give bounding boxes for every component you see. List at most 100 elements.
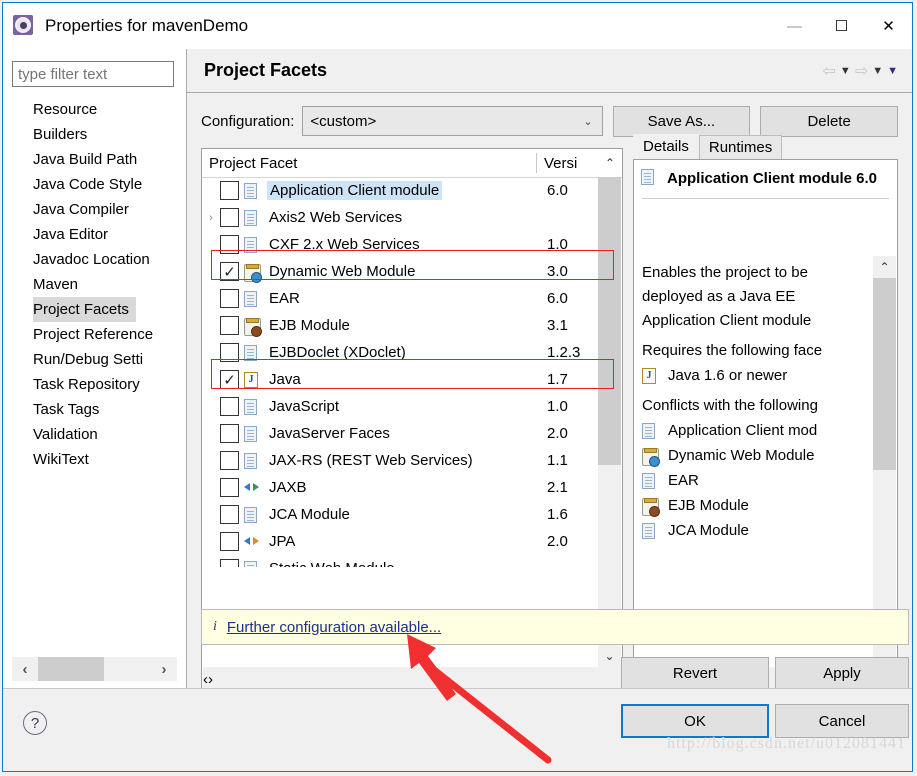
tab-details[interactable]: Details (633, 134, 699, 159)
forward-arrow-icon[interactable]: ⇨ (855, 61, 868, 81)
facet-table-header: Project Facet Versi ⌃ (202, 149, 622, 178)
sidebar-item-java-editor[interactable]: Java Editor (3, 222, 186, 247)
facet-checkbox[interactable] (220, 235, 239, 254)
page-title: Project Facets (204, 60, 328, 80)
table-row[interactable]: JavaServer Faces 2.0 (202, 420, 598, 447)
sidebar-item-resource[interactable]: Resource (3, 97, 186, 122)
facet-checkbox[interactable]: ✓ (220, 370, 239, 389)
scroll-left-icon[interactable]: ‹ (12, 661, 38, 678)
sidebar-item-task-repository[interactable]: Task Repository (3, 372, 186, 397)
sidebar-item-task-tags[interactable]: Task Tags (3, 397, 186, 422)
facet-checkbox[interactable] (220, 451, 239, 470)
sidebar-item-project-facets[interactable]: Project Facets (3, 297, 186, 322)
filter-input[interactable] (12, 61, 174, 87)
list-item: Dynamic Web Module (642, 443, 867, 468)
table-row[interactable]: › Axis2 Web Services (202, 204, 598, 231)
table-row[interactable]: ✓ J Java 1.7 (202, 366, 598, 393)
facet-name: Dynamic Web Module (269, 263, 416, 280)
further-configuration-link[interactable]: Further configuration available... (227, 619, 441, 636)
facet-version: 2.1 (547, 479, 568, 496)
scroll-right-icon[interactable]: › (208, 671, 213, 688)
table-row[interactable]: JCA Module 1.6 (202, 501, 598, 528)
tab-runtimes[interactable]: Runtimes (698, 135, 783, 159)
project-facets-page: Configuration: <custom> ⌄ Save As... Del… (187, 93, 912, 693)
apply-button[interactable]: Apply (775, 657, 909, 689)
table-row[interactable]: EJB Module 3.1 (202, 312, 598, 339)
scroll-up-icon[interactable]: ⌃ (873, 256, 896, 278)
table-row[interactable]: ✓ Dynamic Web Module 3.0 (202, 258, 598, 285)
sidebar-horizontal-scrollbar[interactable]: ‹ › (12, 657, 177, 681)
close-button[interactable]: ✕ (865, 3, 912, 49)
cancel-button[interactable]: Cancel (775, 704, 909, 738)
facet-checkbox[interactable] (220, 505, 239, 524)
info-icon: i (213, 619, 217, 634)
sidebar-item-java-build-path[interactable]: Java Build Path (3, 147, 186, 172)
table-row[interactable]: Static Web Module (202, 555, 598, 567)
table-row[interactable]: EAR 6.0 (202, 285, 598, 312)
scroll-thumb[interactable] (598, 177, 621, 465)
list-item: Application Client mod (642, 418, 867, 443)
revert-button[interactable]: Revert (621, 657, 769, 689)
forward-chevron-down-icon[interactable]: ▼ (872, 65, 883, 77)
document-icon (244, 290, 264, 308)
facet-checkbox[interactable] (220, 343, 239, 362)
sidebar-item-builders[interactable]: Builders (3, 122, 186, 147)
sidebar-item-label: Java Compiler (33, 201, 129, 218)
facet-checkbox[interactable] (220, 532, 239, 551)
table-row[interactable]: CXF 2.x Web Services 1.0 (202, 231, 598, 258)
sidebar-item-wikitext[interactable]: WikiText (3, 447, 186, 472)
scroll-up-icon[interactable]: ⌃ (598, 156, 622, 170)
scroll-thumb[interactable] (873, 278, 896, 470)
facet-name: CXF 2.x Web Services (269, 236, 420, 253)
table-row[interactable]: JPA 2.0 (202, 528, 598, 555)
facet-checkbox[interactable] (220, 559, 239, 567)
facet-checkbox[interactable] (220, 181, 239, 200)
table-row[interactable]: EJBDoclet (XDoclet) 1.2.3 (202, 339, 598, 366)
facet-checkbox[interactable] (220, 424, 239, 443)
conflicts-item-label: EAR (668, 472, 699, 489)
maximize-button[interactable]: ☐ (818, 3, 865, 49)
facet-checkbox[interactable]: ✓ (220, 262, 239, 281)
scroll-right-icon[interactable]: › (151, 661, 177, 678)
scroll-down-icon[interactable]: ⌄ (598, 645, 621, 667)
facet-vertical-scrollbar[interactable]: ⌄ (598, 177, 621, 667)
facet-checkbox[interactable] (220, 289, 239, 308)
table-row[interactable]: JAX-RS (REST Web Services) 1.1 (202, 447, 598, 474)
menu-chevron-down-icon[interactable]: ▼ (887, 65, 898, 77)
table-row[interactable]: JavaScript 1.0 (202, 393, 598, 420)
back-chevron-down-icon[interactable]: ▼ (840, 65, 851, 77)
sidebar-item-javadoc-location[interactable]: Javadoc Location (3, 247, 186, 272)
sidebar-item-project-references[interactable]: Project Reference (3, 322, 186, 347)
back-arrow-icon[interactable]: ⇦ (823, 61, 836, 81)
facet-checkbox[interactable] (220, 208, 239, 227)
table-row[interactable]: JAXB 2.1 (202, 474, 598, 501)
scroll-track[interactable] (38, 657, 151, 681)
conflicts-item-label: Application Client mod (668, 422, 818, 439)
help-icon[interactable]: ? (23, 711, 47, 735)
page-header: Project Facets ⇦ ▼ ⇨ ▼ ▼ (187, 49, 912, 93)
sidebar-item-run-debug-settings[interactable]: Run/Debug Setti (3, 347, 186, 372)
document-icon (244, 209, 264, 227)
delete-button[interactable]: Delete (760, 105, 898, 137)
facet-checkbox[interactable] (220, 316, 239, 335)
facet-version: 6.0 (547, 182, 568, 199)
minimize-button[interactable]: — (771, 3, 818, 49)
scroll-thumb[interactable] (38, 657, 104, 681)
save-as-button[interactable]: Save As... (612, 105, 751, 137)
conflicts-item-label: Dynamic Web Module (668, 447, 815, 464)
sidebar-item-label: Task Repository (33, 376, 140, 393)
table-row[interactable]: Application Client module 6.0 (202, 177, 598, 204)
facet-checkbox[interactable] (220, 478, 239, 497)
twisty-expand-icon[interactable]: › (202, 212, 220, 224)
ok-button[interactable]: OK (621, 704, 769, 738)
facet-checkbox[interactable] (220, 397, 239, 416)
configuration-select[interactable]: <custom> ⌄ (302, 106, 603, 136)
sidebar-item-java-compiler[interactable]: Java Compiler (3, 197, 186, 222)
sidebar-item-maven[interactable]: Maven (3, 272, 186, 297)
sidebar-item-java-code-style[interactable]: Java Code Style (3, 172, 186, 197)
facet-name: EAR (269, 290, 300, 307)
sidebar-item-validation[interactable]: Validation (3, 422, 186, 447)
details-vertical-scrollbar[interactable]: ⌃ ⌄ (873, 256, 896, 667)
watermark: http://blog.csdn.net/u012081441 (667, 735, 906, 752)
window-controls: — ☐ ✕ (771, 3, 912, 49)
